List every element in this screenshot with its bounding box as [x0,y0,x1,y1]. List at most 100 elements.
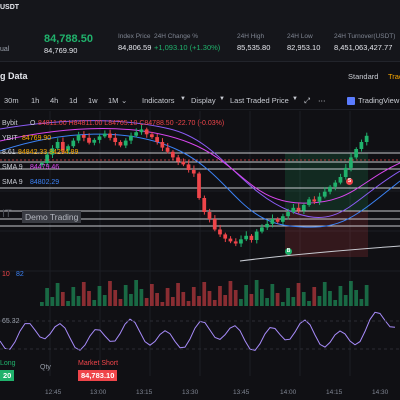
volume-bar [239,299,243,306]
candle-body [218,229,222,235]
candle-body [144,129,149,135]
time-tick: 13:00 [90,389,107,396]
volume-bar [349,281,353,306]
volume-bar [87,291,91,306]
interval-dropdown-icon[interactable]: ⌄ [121,96,127,105]
time-tick: 12:45 [45,389,62,396]
display-dropdown-icon[interactable]: ▼ [219,96,225,102]
candle-body [55,142,60,149]
candle-body [333,182,338,187]
more-icon[interactable]: ⋯ [318,96,326,105]
stat-24h-turnover: 24H Turnover(USDT) 8,451,063,427.77 [334,33,395,52]
candle-body [364,135,369,142]
volume-bar [191,287,196,306]
candle-body [165,147,170,152]
candle-body [160,142,165,148]
price-chart[interactable]: Bybit O 84811.00 H84811.00 L84765.10 C84… [0,111,400,400]
time-tick: 14:15 [326,389,343,396]
indicators-button[interactable]: Indicators [142,96,175,105]
chart-header: g Data Standard Trad [0,68,400,86]
volume-bar [170,297,175,306]
volume-bar [71,287,76,306]
volume-bar [212,300,217,306]
candle-body [191,170,196,174]
display-button[interactable]: Display [191,96,216,105]
interval-1w[interactable]: 1w [88,96,98,105]
candle-body [244,235,249,240]
interval-4h[interactable]: 4h [50,96,58,105]
interval-1h[interactable]: 1h [31,96,39,105]
volume-bar [223,295,228,306]
candle-body [270,219,275,224]
tradingview-label: TradingView [358,96,400,105]
candle-body [260,227,264,232]
volume-bar [254,280,259,306]
candle-body [197,173,201,198]
stat-value: 8,451,063,427.77 [334,43,393,52]
tradingview-button[interactable]: TradingView [344,94,400,107]
volume-bar [55,283,60,306]
pair-name[interactable]: USDT [0,4,19,11]
short-button[interactable]: 84,783.10 [78,370,118,381]
stat-value: 84,806.59 [118,43,152,52]
volume-bar [81,282,86,306]
chart-section-title: g Data [0,71,28,81]
rsi-line [0,311,396,351]
volume-bar [176,283,180,306]
volume-bar [364,285,369,306]
volume-bar [66,301,70,306]
volume-bar [317,296,322,306]
stat-label: 24H Turnover(USDT) [334,33,396,40]
volume-bar [244,285,249,306]
volume-bar [270,284,275,306]
candle-body [296,207,301,211]
candle-body [354,149,359,158]
stat-value: 82,953.10 [287,43,321,52]
candle-body [207,212,212,219]
candle-body [139,129,144,133]
volume-bar [207,291,212,306]
legend-sma2-label: SMA 9 [2,179,23,186]
candle-body [317,196,322,202]
candle-body [233,241,238,244]
candle-body [76,135,81,141]
candle-body [280,216,285,222]
price-type-dropdown-icon[interactable]: ▼ [292,96,298,102]
volume-bar [286,288,290,306]
candle-body [265,223,269,228]
stat-24h-high: 24H High 85,535.80 [237,33,270,52]
view-tradingview-tab[interactable]: Trad [388,72,400,81]
candle-body [228,238,233,242]
price-type-select[interactable]: Last Traded Price [230,96,289,105]
volume-bar [97,286,102,306]
exchange-watermark: IT [2,208,12,220]
sell-marker: S [346,178,353,185]
volume-bars [40,280,369,306]
fullscreen-icon[interactable]: ⤢ [304,96,310,106]
view-standard-tab[interactable]: Standard [348,72,378,81]
volume-bar [102,295,107,306]
volume-bar [260,289,264,306]
candle-body [212,219,217,230]
candle-body [254,231,259,240]
stat-24h-low: 24H Low 82,953.10 [287,33,320,52]
interval-1d[interactable]: 1d [69,96,77,105]
long-button[interactable]: 20 [0,370,15,381]
volume-label-b: 82 [16,271,24,278]
legend-price: 84769.90 [22,135,52,142]
candle-body [322,191,327,197]
volume-bar [134,280,139,306]
volume-bar [275,293,280,306]
volume-bar [197,296,201,306]
volume-bar [118,299,123,306]
legend-sma1-label: SMA 9 [2,164,23,171]
candle-body [359,142,364,149]
interval-1M[interactable]: 1M [108,96,118,105]
interval-30m[interactable]: 30m [4,96,19,105]
volume-bar [280,302,285,306]
candle-body [307,199,311,205]
long-label: Long [0,360,16,367]
indicators-dropdown-icon[interactable]: ▼ [180,96,186,102]
qty-label[interactable]: Qty [40,364,51,371]
candle-body [249,235,254,240]
